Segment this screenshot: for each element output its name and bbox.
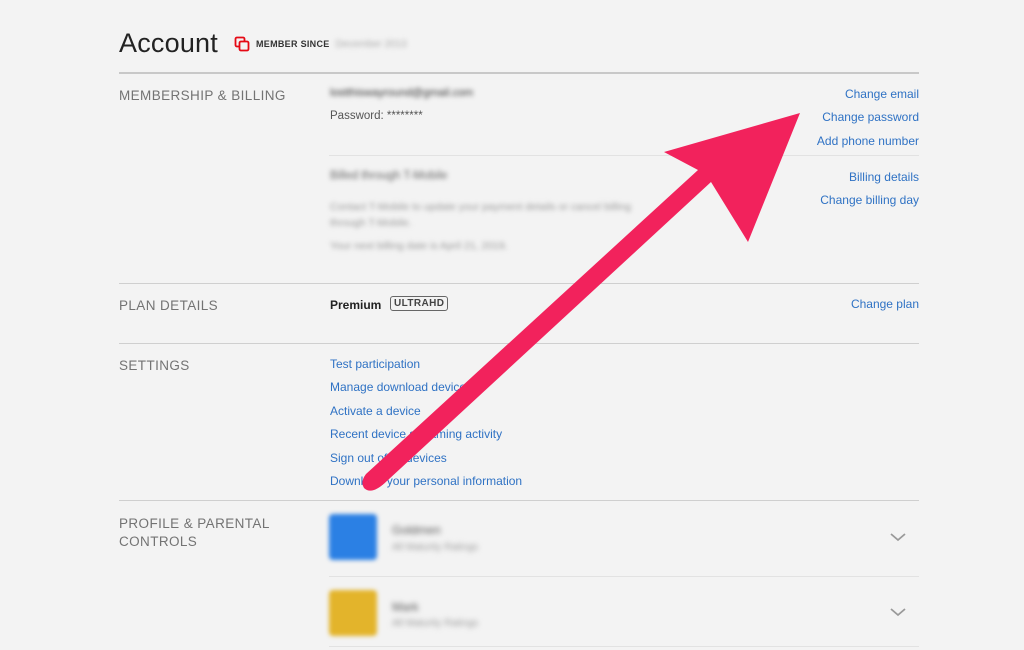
page-title: Account <box>119 27 218 58</box>
billing-note-cont: through T-Mobile. <box>330 217 412 229</box>
member-since-label: MEMBER SINCE <box>255 39 330 49</box>
add-phone-number-link[interactable]: Add phone number <box>817 134 919 148</box>
inner-divider <box>329 576 919 577</box>
change-plan-link[interactable]: Change plan <box>851 297 919 311</box>
ultra-text: ULTRA <box>394 298 430 309</box>
divider <box>119 343 919 344</box>
change-password-link[interactable]: Change password <box>822 110 919 124</box>
profile-avatar[interactable] <box>329 590 377 636</box>
account-page: Account MEMBER SINCE December 2013 MEMBE… <box>119 0 919 650</box>
member-since-date: December 2013 <box>335 38 407 50</box>
membership-billing-label: MEMBERSHIP & BILLING <box>119 88 286 103</box>
billing-note: Contact T-Mobile to update your payment … <box>330 201 631 213</box>
member-since-badge: MEMBER SINCE December 2013 <box>234 36 407 52</box>
account-header: Account MEMBER SINCE December 2013 <box>119 26 407 60</box>
member-badge-icon <box>234 36 250 52</box>
profile-name: Goldmen <box>392 523 441 537</box>
billing-details-link[interactable]: Billing details <box>849 170 919 184</box>
ultra-hd-badge: ULTRAHD <box>390 296 449 311</box>
chevron-down-icon[interactable] <box>889 531 907 543</box>
profile-parental-label-line1: PROFILE & PARENTAL <box>119 516 270 531</box>
settings-label: SETTINGS <box>119 358 190 373</box>
hd-text: HD <box>429 298 445 309</box>
billing-method: Billed through T-Mobile <box>330 170 448 182</box>
recent-streaming-activity-link[interactable]: Recent device streaming activity <box>330 427 502 441</box>
plan-name: Premium <box>330 298 382 312</box>
profile-maturity: All Maturity Ratings <box>392 618 479 629</box>
profile-maturity: All Maturity Ratings <box>392 542 479 553</box>
next-billing-date: Your next billing date is April 21, 2019… <box>330 240 508 252</box>
activate-device-link[interactable]: Activate a device <box>330 404 421 418</box>
divider <box>119 72 919 74</box>
inner-divider <box>329 155 919 156</box>
account-email: lostthiswayround@gmail.com <box>330 87 474 99</box>
account-password: Password: ******** <box>330 110 423 122</box>
manage-download-devices-link[interactable]: Manage download devices <box>330 380 472 394</box>
download-personal-info-link[interactable]: Download your personal information <box>330 474 522 488</box>
sign-out-all-devices-link[interactable]: Sign out of all devices <box>330 451 447 465</box>
plan-details-label: PLAN DETAILS <box>119 298 219 313</box>
profile-name: Mark <box>392 600 419 614</box>
inner-divider <box>329 646 919 647</box>
chevron-down-icon[interactable] <box>889 606 907 618</box>
divider <box>119 500 919 501</box>
change-email-link[interactable]: Change email <box>845 87 919 101</box>
change-billing-day-link[interactable]: Change billing day <box>820 193 919 207</box>
test-participation-link[interactable]: Test participation <box>330 357 420 371</box>
profile-avatar[interactable] <box>329 514 377 560</box>
profile-parental-label-line2: CONTROLS <box>119 534 198 549</box>
profile-parental-label: PROFILE & PARENTAL CONTROLS <box>119 515 270 551</box>
divider <box>119 283 919 284</box>
